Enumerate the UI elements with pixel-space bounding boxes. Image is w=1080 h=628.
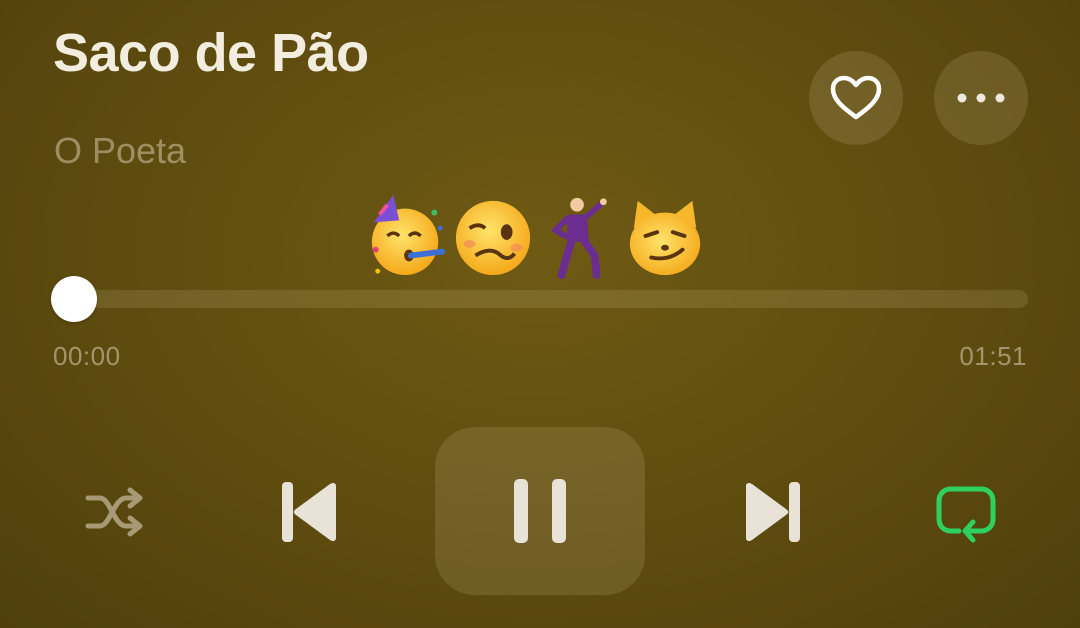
woozy-face-icon xyxy=(455,200,531,276)
partying-face-icon xyxy=(371,195,446,276)
smirking-cat-icon xyxy=(629,200,701,276)
man-dancing-icon xyxy=(550,197,607,279)
previous-track-button[interactable] xyxy=(272,476,344,548)
song-emoji-row xyxy=(366,188,706,284)
play-pause-button[interactable] xyxy=(435,427,645,595)
repeat-button[interactable] xyxy=(930,480,1002,548)
favorite-button[interactable] xyxy=(809,51,903,145)
skip-forward-icon xyxy=(746,482,800,542)
ellipsis-icon xyxy=(957,93,1005,103)
progress-scrubber[interactable] xyxy=(51,276,97,322)
repeat-icon xyxy=(936,486,996,543)
progress-bar[interactable] xyxy=(54,290,1028,308)
more-options-button[interactable] xyxy=(934,51,1028,145)
song-title: Saco de Pão xyxy=(53,23,369,83)
artist-name[interactable]: O Poeta xyxy=(54,130,186,172)
heart-icon xyxy=(830,75,882,120)
shuffle-button[interactable] xyxy=(80,480,150,544)
total-time: 01:51 xyxy=(959,341,1027,371)
skip-back-icon xyxy=(282,482,336,542)
elapsed-time: 00:00 xyxy=(53,341,121,371)
pause-icon xyxy=(514,479,566,543)
next-track-button[interactable] xyxy=(738,476,810,548)
shuffle-icon xyxy=(85,487,143,537)
